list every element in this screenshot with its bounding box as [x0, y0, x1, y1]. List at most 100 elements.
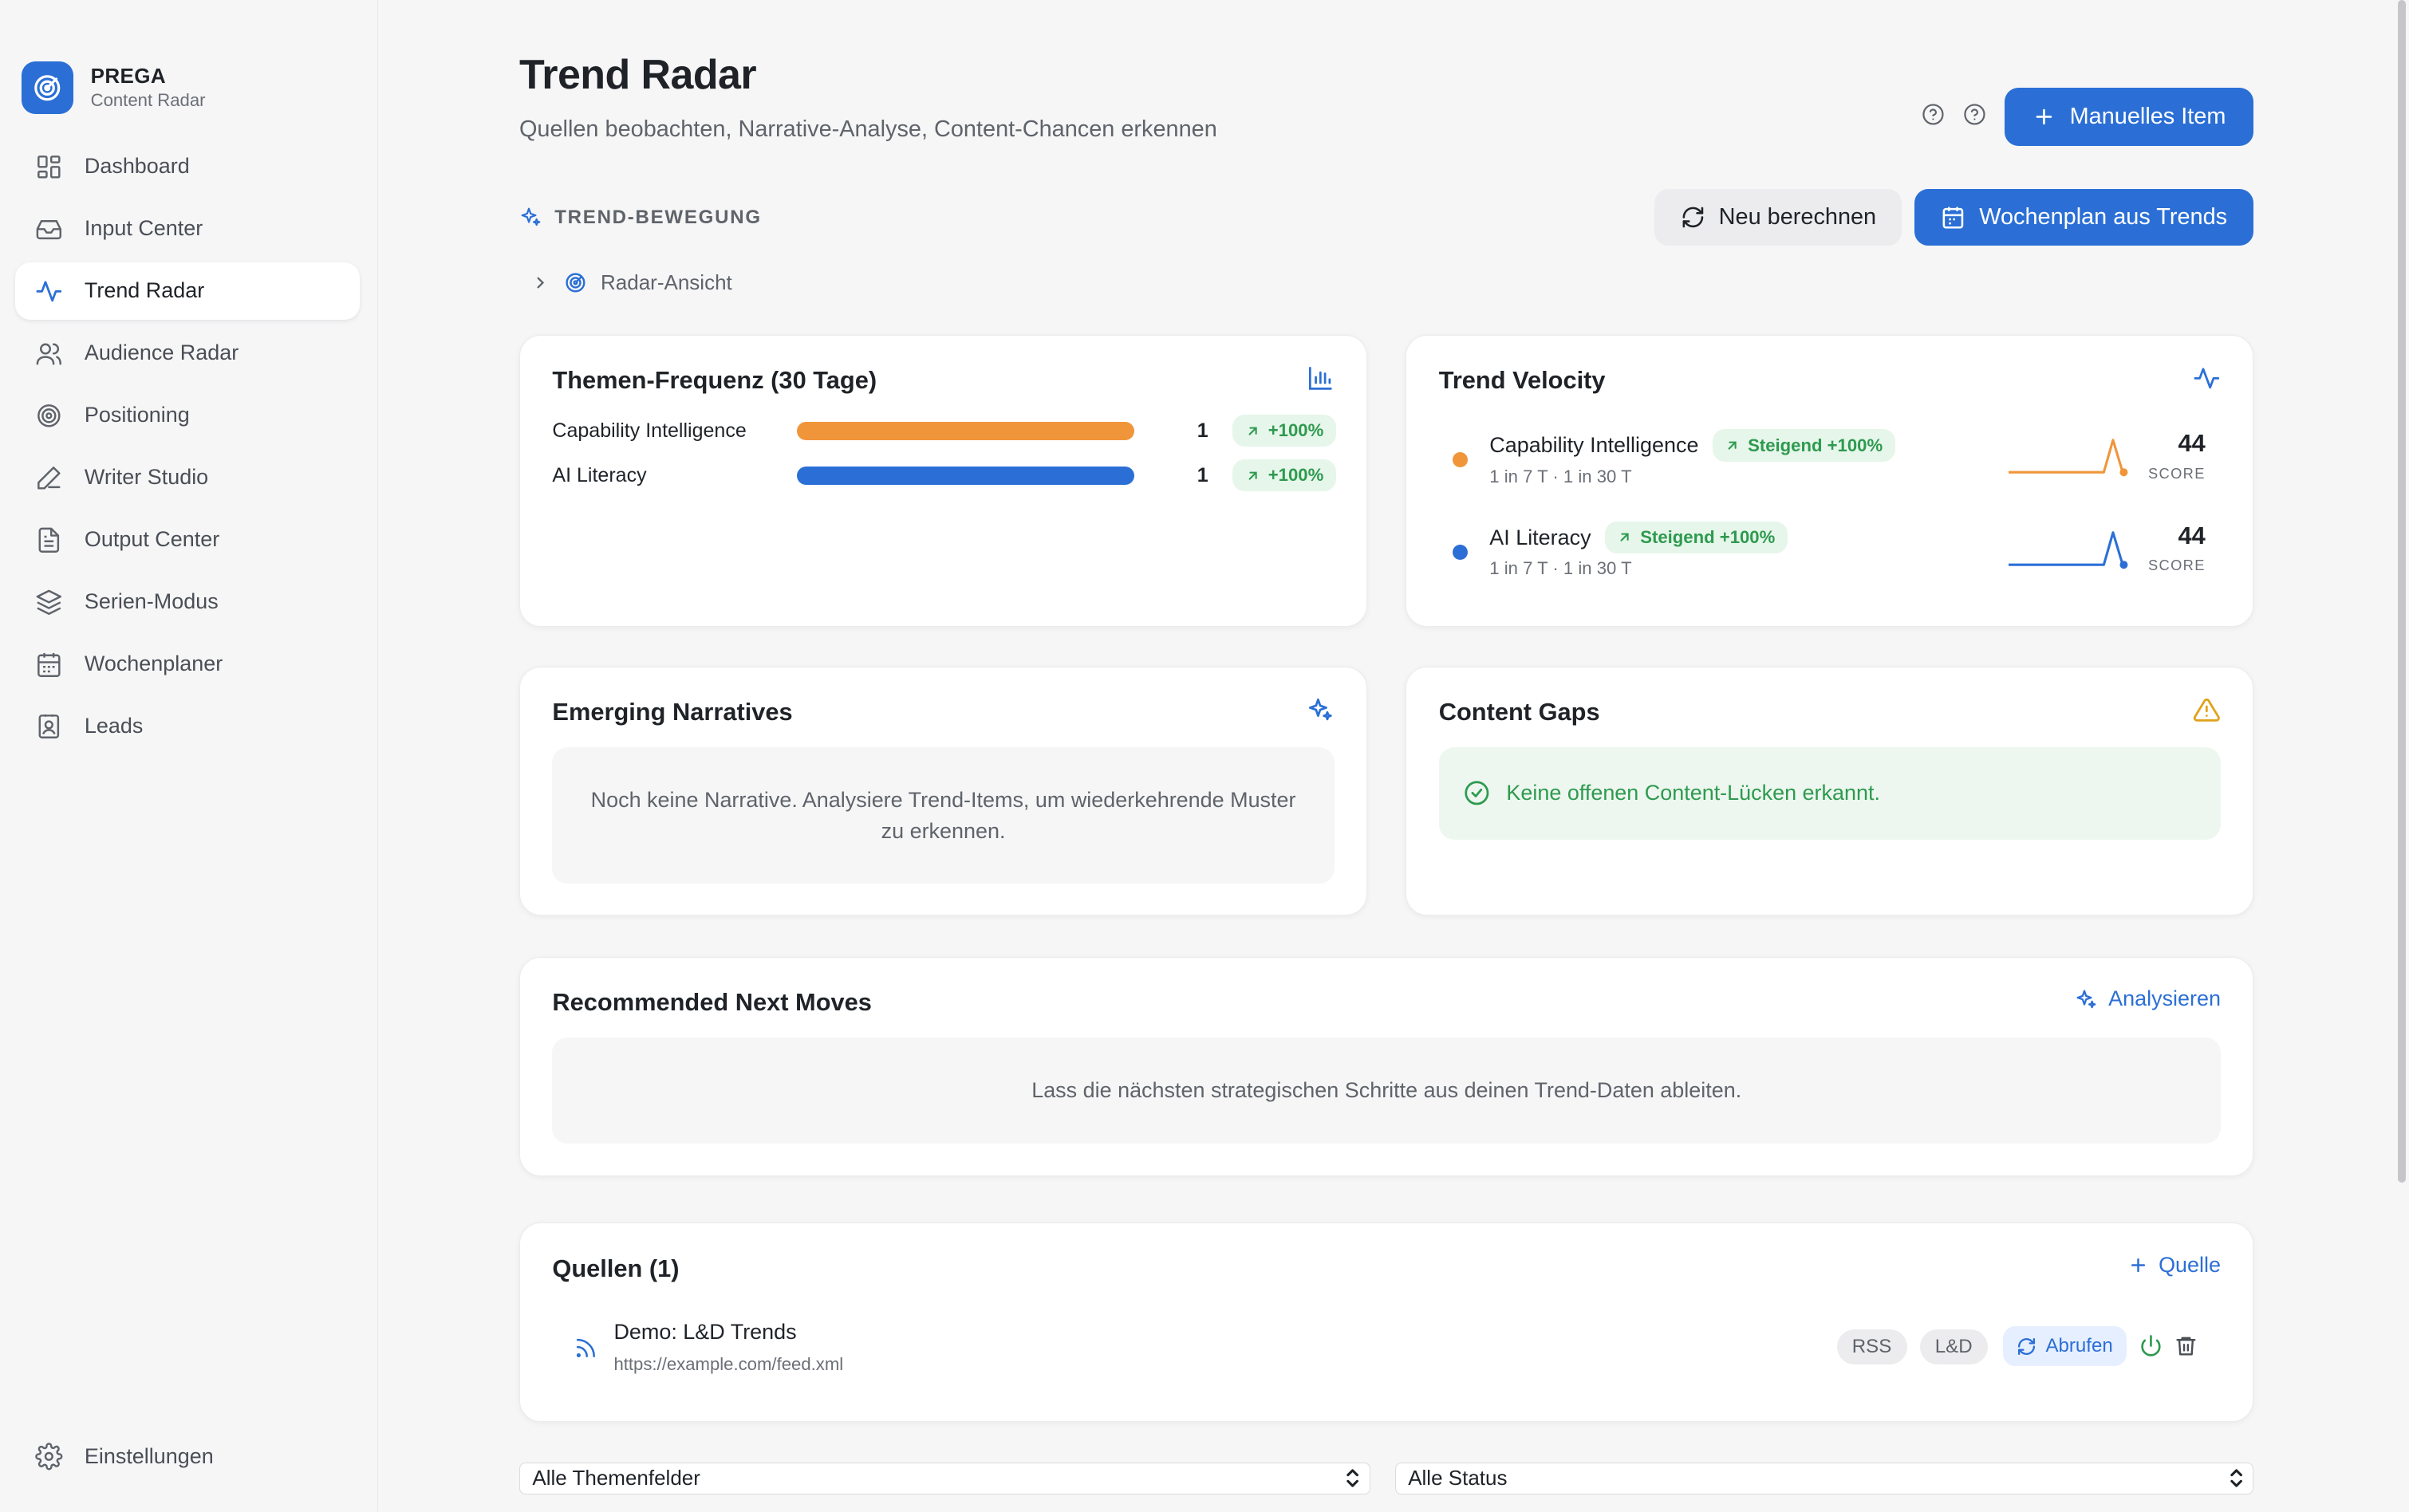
- arrow-up-right-icon: [1620, 534, 1630, 542]
- sidebar-item-einstellungen[interactable]: Einstellungen: [15, 1428, 359, 1485]
- trend-status-text: Steigend +100%: [1640, 527, 1776, 548]
- recalculate-button[interactable]: Neu berechnen: [1654, 188, 1902, 246]
- status-filter-select[interactable]: Alle Status: [1394, 1462, 2254, 1494]
- series-dot: [1453, 544, 1469, 561]
- velocity-score: 44: [2178, 521, 2206, 549]
- sidebar-item-label: Audience Radar: [84, 341, 239, 365]
- trend-change-badge: +100%: [1232, 459, 1336, 492]
- radar-icon: [566, 273, 585, 293]
- sidebar-item-leads[interactable]: Leads: [15, 698, 359, 754]
- sidebar-item-wochenplaner[interactable]: Wochenplaner: [15, 636, 359, 692]
- app-window: PREGA Content Radar Dashboard Input Cent…: [0, 0, 2409, 1512]
- vertical-scrollbar[interactable]: [2398, 0, 2407, 1183]
- brand-name: PREGA: [90, 64, 166, 89]
- power-icon[interactable]: [2139, 1334, 2163, 1357]
- grid-icon: [37, 155, 61, 179]
- add-source-label: Quelle: [2159, 1252, 2221, 1277]
- velocity-row[interactable]: AI Literacy Steigend +100% 1 in 7 T · 1 …: [1453, 521, 2221, 589]
- content-gaps-ok-text: Keine offenen Content-Lücken erkannt.: [1506, 781, 1880, 805]
- chevron-right-icon: [537, 277, 545, 289]
- sidebar-item-label: Wochenplaner: [84, 652, 223, 676]
- source-row: Demo: L&D Trends https://example.com/fee…: [552, 1308, 2221, 1384]
- velocity-topic-name: AI Literacy: [1489, 525, 1591, 549]
- card-title: Quellen (1): [552, 1254, 680, 1282]
- activity-icon: [2194, 368, 2220, 389]
- velocity-meta: 1 in 7 T · 1 in 30 T: [1489, 558, 1632, 579]
- sidebar-item-label: Leads: [84, 714, 144, 738]
- content-gaps-card: Content Gaps Keine offenen Content-Lücke…: [1406, 666, 2254, 915]
- contact-icon: [38, 715, 60, 739]
- radar-view-toggle[interactable]: Radar-Ansicht: [531, 270, 732, 295]
- card-title: Trend Velocity: [1438, 366, 1606, 395]
- inbox-icon: [36, 219, 62, 239]
- card-title: Themen-Frequenz (30 Tage): [552, 366, 877, 395]
- analyze-button[interactable]: Analysieren: [2075, 986, 2221, 1011]
- help-icon[interactable]: [1922, 103, 1945, 126]
- card-title: Content Gaps: [1438, 698, 1600, 726]
- help-icon[interactable]: [1963, 103, 1986, 126]
- trend-change-badge: +100%: [1232, 415, 1336, 447]
- rss-icon: [577, 1338, 596, 1357]
- sources-card: Quellen (1) Quelle Demo: L&D Trends http…: [518, 1223, 2254, 1423]
- sidebar-item-output-center[interactable]: Output Center: [15, 511, 359, 568]
- sidebar-item-label: Serien-Modus: [84, 589, 219, 614]
- topic-filter-select[interactable]: Alle Themenfelder: [518, 1462, 1370, 1494]
- radar-view-label: Radar-Ansicht: [601, 270, 732, 294]
- velocity-meta: 1 in 7 T · 1 in 30 T: [1489, 466, 1632, 486]
- sidebar-item-trend-radar[interactable]: Trend Radar: [15, 262, 360, 320]
- gear-icon: [35, 1443, 63, 1471]
- topic-label: Capability Intelligence: [552, 419, 747, 442]
- page-subtitle: Quellen beobachten, Narrative-Analyse, C…: [518, 116, 1217, 143]
- topic-count: 1: [1197, 463, 1208, 486]
- next-moves-card: Recommended Next Moves Analysieren Lass …: [518, 956, 2254, 1177]
- score-label: SCORE: [2148, 464, 2206, 482]
- trend-change-value: +100%: [1268, 420, 1324, 441]
- weekplan-from-trends-button[interactable]: Wochenplan aus Trends: [1914, 188, 2254, 246]
- arrow-up-right-icon: [1728, 441, 1737, 450]
- topic-label: AI Literacy: [552, 463, 647, 486]
- velocity-row[interactable]: Capability Intelligence Steigend +100% 1…: [1453, 429, 2221, 497]
- manual-item-label: Manuelles Item: [2069, 103, 2226, 129]
- layers-icon: [36, 589, 62, 615]
- sparkles-icon: [2076, 990, 2096, 1008]
- add-source-button[interactable]: Quelle: [2128, 1253, 2221, 1278]
- sidebar-item-audience-radar[interactable]: Audience Radar: [15, 325, 359, 381]
- sidebar: PREGA Content Radar Dashboard Input Cent…: [0, 0, 378, 1512]
- fetch-label: Abrufen: [2045, 1335, 2113, 1357]
- frequency-bar: [797, 466, 1134, 485]
- analyze-label: Analysieren: [2108, 986, 2221, 1011]
- velocity-topic: AI Literacy Steigend +100%: [1489, 521, 1788, 554]
- trash-icon[interactable]: [2174, 1334, 2198, 1357]
- activity-icon: [36, 280, 62, 301]
- emerging-narratives-card: Emerging Narratives Noch keine Narrative…: [518, 666, 1368, 915]
- score-label: SCORE: [2148, 557, 2206, 574]
- refresh-icon: [2017, 1337, 2035, 1355]
- document-icon: [38, 527, 60, 553]
- refresh-icon: [1682, 207, 1703, 228]
- sparkline-blue: [2009, 530, 2128, 569]
- section-label-text: TREND-BEWEGUNG: [554, 206, 762, 228]
- frequency-row: AI Literacy 1 +100%: [552, 459, 1336, 492]
- sidebar-item-input-center[interactable]: Input Center: [15, 200, 359, 257]
- source-url: https://example.com/feed.xml: [613, 1353, 844, 1374]
- sidebar-item-positioning[interactable]: Positioning: [15, 387, 359, 443]
- sidebar-item-label: Trend Radar: [84, 278, 205, 303]
- trend-status-text: Steigend +100%: [1748, 435, 1883, 455]
- sidebar-item-dashboard[interactable]: Dashboard: [15, 138, 359, 195]
- brand[interactable]: PREGA Content Radar: [21, 61, 206, 114]
- fetch-source-button[interactable]: Abrufen: [2002, 1326, 2127, 1367]
- bar-chart-icon: [1308, 367, 1332, 391]
- trend-change-value: +100%: [1268, 465, 1324, 486]
- recalculate-label: Neu berechnen: [1718, 204, 1877, 230]
- frequency-bar: [797, 421, 1134, 440]
- warning-icon: [2194, 699, 2221, 723]
- topic-filter-value: Alle Themenfelder: [532, 1466, 700, 1490]
- sidebar-item-serien-modus[interactable]: Serien-Modus: [15, 573, 359, 630]
- manual-item-button[interactable]: Manuelles Item: [2005, 87, 2254, 146]
- help-icons: [1922, 103, 1986, 126]
- check-circle-icon: [1464, 781, 1488, 805]
- sidebar-item-writer-studio[interactable]: Writer Studio: [15, 449, 359, 506]
- source-name: Demo: L&D Trends: [613, 1320, 797, 1345]
- target-icon: [37, 404, 61, 427]
- series-dot: [1453, 452, 1469, 468]
